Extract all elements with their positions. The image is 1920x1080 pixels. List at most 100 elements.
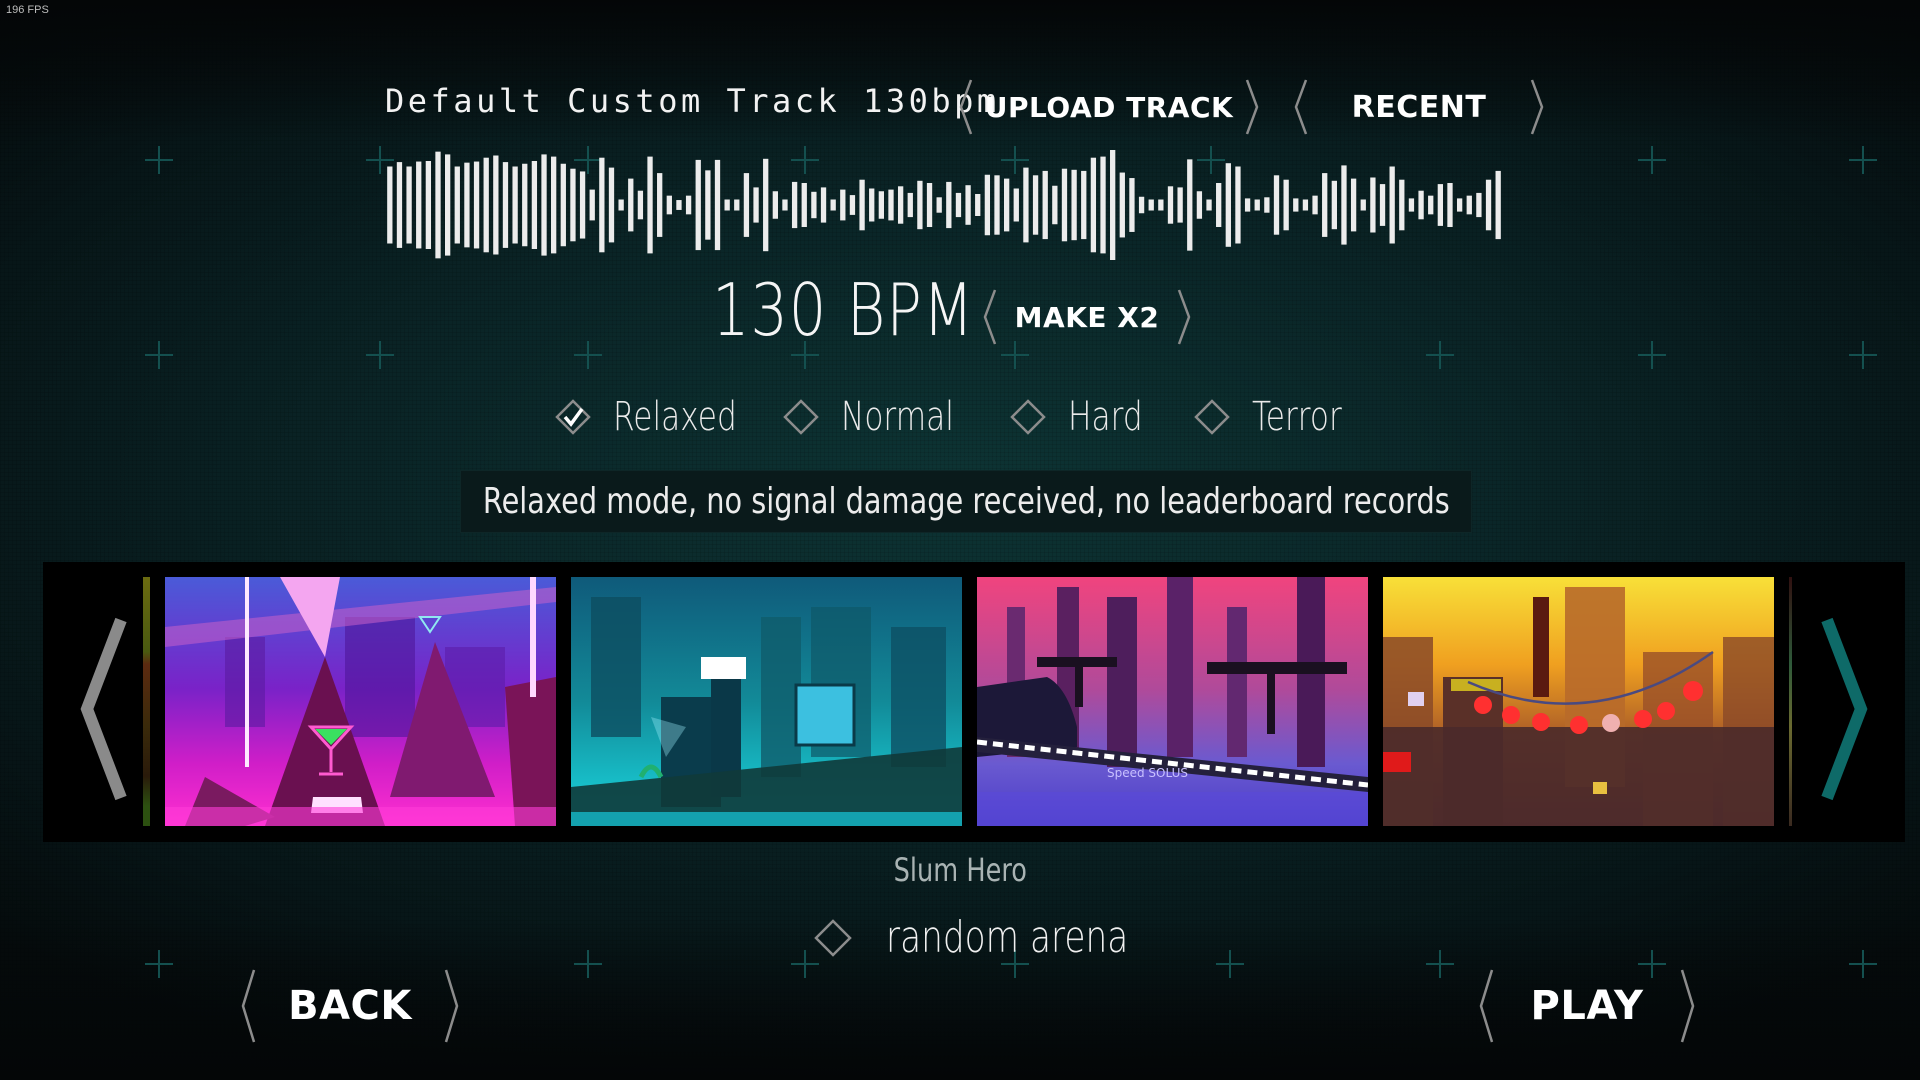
- arena-thumbnail-slum-hero[interactable]: [1383, 577, 1774, 826]
- waveform-bar: [849, 195, 856, 215]
- waveform-bar: [1206, 199, 1212, 211]
- waveform-bar: [1466, 195, 1472, 215]
- carousel-next-button[interactable]: [1815, 614, 1875, 804]
- waveform-bar: [1061, 168, 1068, 242]
- waveform-bar: [1032, 175, 1039, 235]
- waveform-bar: [483, 157, 489, 253]
- waveform-bar: [1110, 150, 1116, 260]
- waveform-bar: [1196, 191, 1203, 219]
- waveform-bar: [830, 199, 836, 211]
- arena-thumbnail-cyber-city[interactable]: [571, 577, 962, 826]
- waveform-bar: [1090, 157, 1097, 253]
- waveform-bar: [589, 189, 595, 221]
- fps-counter: 196 FPS: [6, 4, 49, 16]
- upload-track-button[interactable]: Upload Track: [958, 78, 1260, 136]
- waveform-bar: [724, 199, 730, 211]
- arena-sign-text: Speed SOLUS: [1107, 766, 1188, 780]
- play-button[interactable]: Play: [1478, 968, 1696, 1044]
- chevron-left-icon: [80, 617, 127, 801]
- waveform-bar: [888, 189, 894, 221]
- waveform-bar: [1167, 186, 1174, 224]
- arena-thumbnail-neon-club[interactable]: [165, 577, 556, 826]
- chevron-right-icon: [1821, 617, 1868, 801]
- waveform-bar: [676, 200, 682, 210]
- waveform-bar: [1244, 198, 1251, 212]
- arena-thumbnail-speed-solus[interactable]: Speed SOLUS: [977, 577, 1368, 826]
- arena-carousel: Speed SOLUS: [43, 562, 1905, 842]
- waveform-bar: [1071, 169, 1077, 241]
- difficulty-option-terror[interactable]: Terror: [1194, 394, 1367, 440]
- crosshair-decoration: [1426, 950, 1454, 978]
- difficulty-option-normal[interactable]: Normal: [783, 394, 986, 440]
- crosshair-decoration: [1216, 950, 1244, 978]
- carousel-prev-button[interactable]: [73, 614, 133, 804]
- waveform-bar: [897, 186, 904, 224]
- waveform-bar: [1100, 156, 1106, 254]
- waveform-bar: [1447, 183, 1453, 227]
- waveform-bar: [1360, 199, 1366, 211]
- waveform-bar: [791, 181, 798, 229]
- waveform-bar: [1187, 159, 1193, 251]
- waveform-bar: [396, 162, 403, 248]
- waveform-bar: [801, 183, 807, 227]
- bracket-right-icon: [1244, 78, 1260, 136]
- waveform-bar: [445, 154, 451, 256]
- waveform-bar: [406, 166, 412, 244]
- waveform-bar: [560, 163, 566, 247]
- waveform-bar: [1264, 197, 1270, 213]
- waveform-bar: [917, 180, 923, 230]
- waveform-bar: [435, 151, 441, 259]
- waveform-bar: [1273, 175, 1280, 235]
- waveform-bar: [1485, 179, 1492, 231]
- waveform-bar: [1350, 178, 1357, 232]
- recent-label: Recent: [1351, 89, 1487, 125]
- waveform-bar: [1428, 195, 1434, 215]
- waveform-bar: [493, 155, 499, 255]
- waveform-bar: [1013, 188, 1019, 222]
- waveform-bar: [387, 166, 393, 244]
- waveform-bar: [946, 181, 952, 229]
- checked-diamond-icon: [555, 399, 591, 435]
- waveform-bar: [994, 175, 1000, 235]
- diamond-icon: [1010, 399, 1046, 435]
- difficulty-label: Hard: [1068, 394, 1143, 440]
- waveform-bar: [782, 199, 788, 211]
- waveform-bar: [1370, 177, 1376, 233]
- difficulty-option-hard[interactable]: Hard: [1010, 394, 1164, 440]
- recent-button[interactable]: Recent: [1293, 78, 1545, 136]
- waveform-bar: [1399, 179, 1405, 231]
- waveform-bar: [628, 178, 634, 232]
- back-button[interactable]: Back: [240, 968, 460, 1044]
- waveform-bar: [464, 162, 470, 248]
- waveform-bar: [512, 166, 518, 244]
- random-arena-label: random arena: [886, 912, 1129, 963]
- waveform-bar: [1254, 199, 1260, 211]
- waveform-bar: [705, 170, 711, 240]
- waveform-bar: [965, 185, 971, 225]
- track-title: Default Custom Track 130bpm: [385, 82, 1000, 120]
- waveform-bar: [907, 192, 913, 218]
- crosshair-decoration: [1638, 146, 1666, 174]
- bracket-left-icon: [958, 78, 974, 136]
- random-arena-toggle[interactable]: random arena: [814, 912, 1197, 963]
- track-waveform: [387, 150, 1501, 260]
- waveform-bar: [579, 171, 586, 239]
- waveform-bar: [647, 156, 653, 254]
- waveform-bar: [685, 195, 692, 215]
- waveform-bar: [1312, 195, 1318, 215]
- waveform-bar: [840, 189, 846, 221]
- crosshair-decoration: [1849, 341, 1877, 369]
- waveform-bar: [1322, 173, 1328, 237]
- difficulty-option-relaxed[interactable]: Relaxed: [555, 394, 772, 440]
- waveform-bar: [869, 188, 875, 222]
- crosshair-decoration: [574, 341, 602, 369]
- waveform-bar: [416, 161, 422, 249]
- waveform-bar: [753, 187, 759, 223]
- play-label: Play: [1530, 983, 1644, 1029]
- crosshair-decoration: [1849, 950, 1877, 978]
- difficulty-description-box: Relaxed mode, no signal damage received,…: [460, 470, 1472, 533]
- waveform-bar: [1158, 199, 1164, 211]
- waveform-bar: [618, 199, 624, 211]
- arena-thumbnail-partial: [1789, 577, 1792, 826]
- make-x2-button[interactable]: Make x2: [982, 288, 1192, 346]
